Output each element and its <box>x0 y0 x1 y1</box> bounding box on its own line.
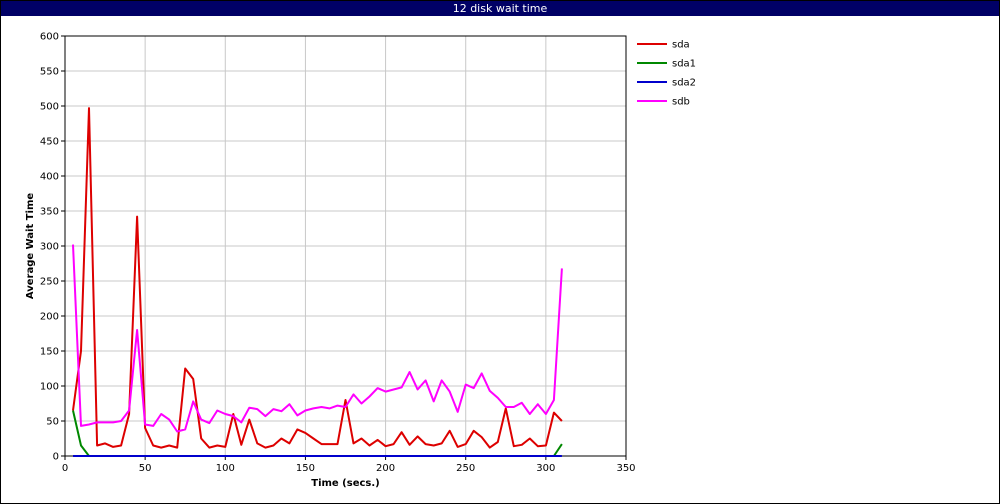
x-axis: 0 50 100 150 200 250 300 350 <box>62 456 636 474</box>
disk-wait-chart: 0 50 100 150 200 250 300 350 0 50 100 150 200 250 300… <box>25 32 696 490</box>
y-tick-label: 0 <box>53 452 59 463</box>
y-tick-label: 200 <box>40 312 59 323</box>
legend-label-sda1: sda1 <box>672 59 696 70</box>
legend-label-sda: sda <box>672 40 690 51</box>
y-tick-label: 400 <box>40 172 59 183</box>
y-tick-label: 150 <box>40 347 59 358</box>
x-tick-label: 0 <box>62 463 68 474</box>
y-tick-label: 50 <box>46 417 59 428</box>
x-tick-label: 300 <box>536 463 555 474</box>
series-line-sdb <box>72 244 563 433</box>
y-tick-label: 250 <box>40 277 59 288</box>
y-tick-label: 350 <box>40 207 59 218</box>
x-tick-label: 250 <box>456 463 475 474</box>
y-tick-label: 100 <box>40 382 59 393</box>
x-tick-label: 350 <box>616 463 635 474</box>
y-tick-label: 300 <box>40 242 59 253</box>
series-line-sda1 <box>72 410 563 457</box>
x-tick-label: 100 <box>216 463 235 474</box>
grid <box>64 35 627 457</box>
x-axis-label: Time (secs.) <box>311 478 380 489</box>
legend-label-sda2: sda2 <box>672 78 696 89</box>
series-lines <box>72 107 563 457</box>
y-axis: 0 50 100 150 200 250 300 350 400 450 500 550 600 <box>40 32 65 463</box>
series-line-sda <box>72 107 563 449</box>
x-tick-label: 200 <box>376 463 395 474</box>
y-tick-label: 550 <box>40 67 59 78</box>
x-tick-label: 50 <box>139 463 152 474</box>
legend-label-sdb: sdb <box>672 97 690 108</box>
y-tick-label: 600 <box>40 32 59 43</box>
y-tick-label: 500 <box>40 102 59 113</box>
y-axis-label: Average Wait Time <box>25 193 36 300</box>
legend: sda sda1 sda2 sdb <box>637 40 696 108</box>
x-tick-label: 150 <box>296 463 315 474</box>
y-tick-label: 450 <box>40 137 59 148</box>
